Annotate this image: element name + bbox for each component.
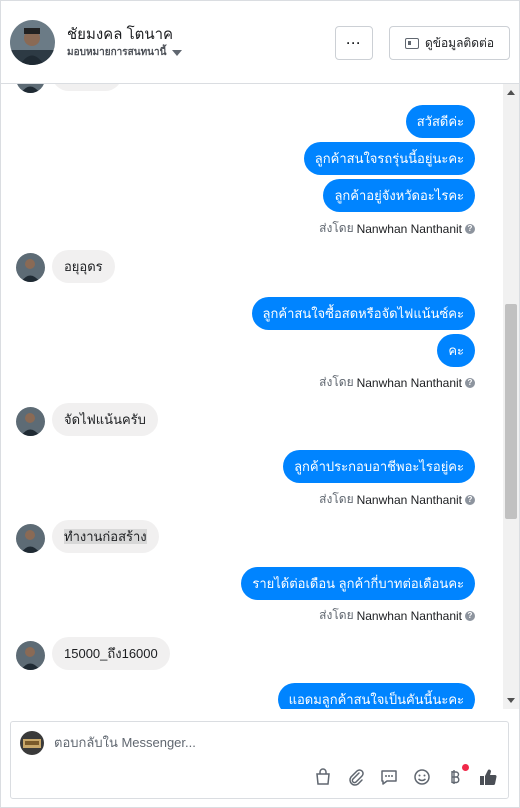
sent-by-prefix: ส่งโดย — [319, 221, 354, 235]
more-button[interactable]: ··· — [335, 26, 373, 60]
attachment-icon[interactable] — [346, 767, 366, 787]
reply-composer — [10, 721, 509, 799]
sent-by-name: Nanwhan Nanthanit — [356, 221, 462, 236]
message-bubble-outgoing: คะ — [437, 334, 475, 367]
scroll-down-icon[interactable] — [507, 698, 515, 703]
message-bubble-incoming: ทำงานก่อสร้าง — [52, 520, 159, 553]
contact-mini-avatar — [16, 253, 45, 282]
messenger-panel: ชัยมงคล โตนาค มอบหมายการสนทนานี้ ··· ดูข… — [0, 0, 520, 808]
sent-by-prefix: ส่งโดย — [319, 608, 354, 622]
sent-by-line: ส่งโดย Nanwhan Nanthanit ? — [319, 606, 475, 625]
conversation-header: ชัยมงคล โตนาค มอบหมายการสนทนานี้ ··· ดูข… — [1, 1, 519, 84]
composer-toolbar — [313, 764, 498, 787]
scrollbar-thumb[interactable] — [505, 304, 517, 519]
contact-mini-avatar — [16, 407, 45, 436]
emoji-icon[interactable] — [412, 767, 432, 787]
sent-by-name: Nanwhan Nanthanit — [356, 608, 462, 623]
view-contact-label: ดูข้อมูลติดต่อ — [424, 35, 495, 50]
contact-card-icon — [404, 37, 419, 49]
sent-by-name: Nanwhan Nanthanit — [356, 492, 462, 507]
message-bubble-outgoing: สวัสดีค่ะ — [405, 105, 475, 138]
sent-by-prefix: ส่งโดย — [319, 375, 354, 389]
chat-scrollbar[interactable] — [503, 84, 519, 709]
thumbs-up-icon[interactable] — [478, 767, 498, 787]
help-icon[interactable]: ? — [465, 223, 475, 234]
help-icon[interactable]: ? — [465, 377, 475, 388]
baht-payment-icon[interactable] — [445, 764, 469, 787]
scroll-up-icon[interactable] — [507, 90, 515, 95]
message-bubble-outgoing: รายได้ต่อเดือน ลูกค้ากี่บาทต่อเดือนคะ — [241, 567, 475, 600]
contact-name[interactable]: ชัยมงคล โตนาค — [67, 22, 173, 46]
help-icon[interactable]: ? — [465, 494, 475, 505]
message-bubble-outgoing: ลูกค้าอยู่จังหวัดอะไรคะ — [323, 179, 475, 212]
contact-mini-avatar — [16, 641, 45, 670]
assign-label: มอบหมายการสนทนานี้ — [67, 47, 167, 58]
sent-by-name: Nanwhan Nanthanit — [356, 375, 462, 390]
message-bubble-incoming: อยุอุดร — [52, 250, 115, 283]
sent-by-line: ส่งโดย Nanwhan Nanthanit ? — [319, 219, 475, 238]
assign-conversation-dropdown[interactable]: มอบหมายการสนทนานี้ — [67, 45, 183, 60]
message-bubble-incoming: จัดไฟแน้นครับ — [52, 403, 158, 436]
message-thread[interactable]: สวัสดีค่ะ ลูกค้าสนใจรถรุ่นนี้อยู่นะคะ ลู… — [1, 84, 503, 709]
highlighted-text: ทำงานก่อสร้าง — [64, 529, 147, 544]
shopping-bag-icon[interactable] — [313, 767, 333, 787]
message-bubble-outgoing: ลูกค้าสนใจรถรุ่นนี้อยู่นะคะ — [303, 142, 475, 175]
more-icon: ··· — [346, 36, 362, 50]
message-bubble-incoming — [52, 84, 122, 91]
view-contact-button[interactable]: ดูข้อมูลติดต่อ — [389, 26, 510, 60]
saved-reply-icon[interactable] — [379, 767, 399, 787]
contact-avatar[interactable] — [10, 20, 55, 65]
message-bubble-outgoing: แอดมลูกค้าสนใจเป็นคันนี้นะคะ — [277, 683, 475, 709]
message-bubble-incoming: 15000_ถึง16000 — [52, 637, 170, 670]
contact-mini-avatar — [16, 524, 45, 553]
message-bubble-outgoing: ลูกค้าสนใจซื้อสดหรือจัดไฟแน้นซ์คะ — [251, 297, 475, 330]
caret-down-icon — [172, 49, 183, 56]
help-icon[interactable]: ? — [465, 610, 475, 621]
message-bubble-outgoing: ลูกค้าประกอบอาชีพอะไรอยู่คะ — [283, 450, 475, 483]
contact-mini-avatar — [16, 84, 45, 93]
reply-input[interactable] — [54, 732, 354, 752]
sent-by-prefix: ส่งโดย — [319, 492, 354, 506]
page-avatar — [20, 731, 44, 755]
sent-by-line: ส่งโดย Nanwhan Nanthanit ? — [319, 373, 475, 392]
notification-dot — [462, 764, 469, 771]
sent-by-line: ส่งโดย Nanwhan Nanthanit ? — [319, 490, 475, 509]
